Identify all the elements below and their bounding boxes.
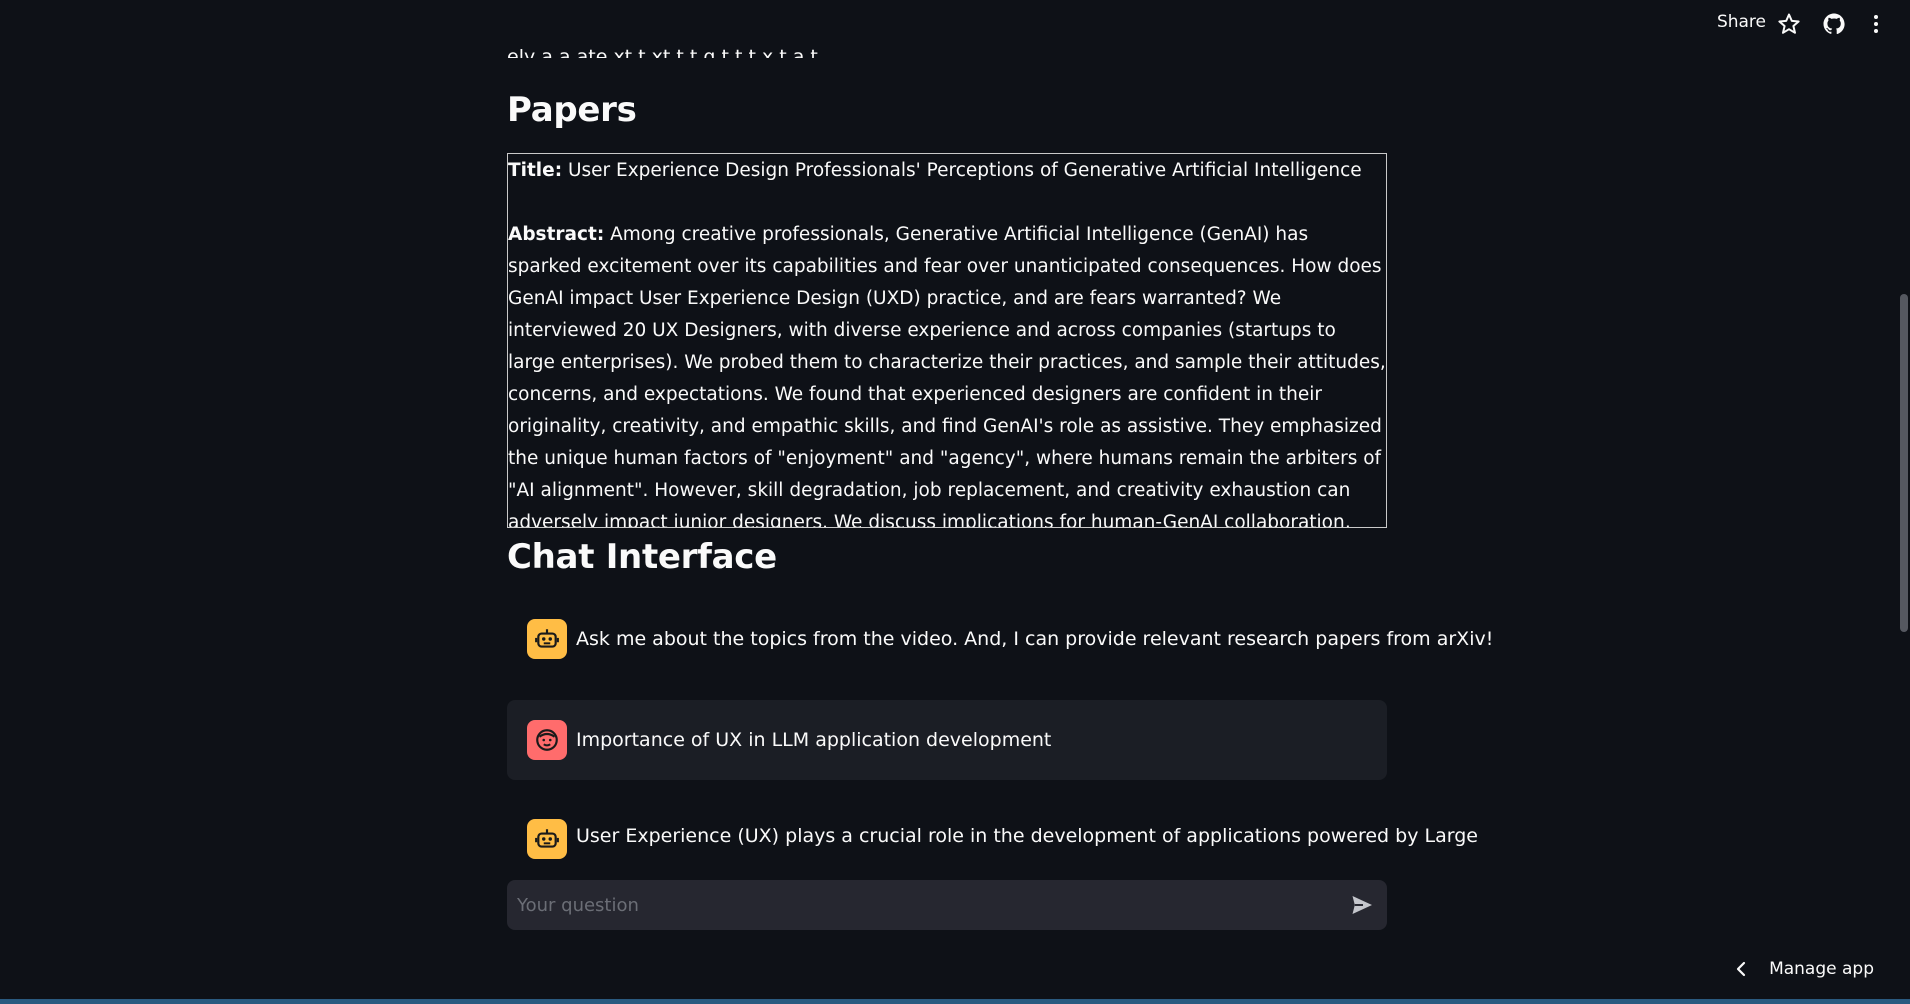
page-scrollbar[interactable] <box>1896 0 1910 1000</box>
chat-message-user: Importance of UX in LLM application deve… <box>507 700 1387 780</box>
paper-abstract: Among creative professionals, Generative… <box>508 224 1386 528</box>
paper-abstract-line: Abstract: Among creative professionals, … <box>508 219 1386 528</box>
paper-title-line: Title: User Experience Design Profession… <box>508 155 1386 187</box>
share-button[interactable]: Share <box>1717 12 1766 32</box>
app-page: Share ely a a ate xt t xt t t g t t t x … <box>0 0 1910 1004</box>
paper-title: User Experience Design Professionals' Pe… <box>567 160 1362 181</box>
more-vertical-icon[interactable] <box>1864 12 1888 36</box>
chat-message-text: Ask me about the topics from the video. … <box>576 628 1494 650</box>
chat-message-assistant: User Experience (UX) plays a crucial rol… <box>507 810 1478 870</box>
chat-heading: Chat Interface <box>507 537 777 577</box>
manage-app-button[interactable]: Manage app <box>1733 954 1874 984</box>
robot-icon <box>527 819 567 859</box>
send-icon[interactable] <box>1349 893 1375 917</box>
manage-app-label: Manage app <box>1769 959 1874 979</box>
chat-message-text: Importance of UX in LLM application deve… <box>576 729 1052 751</box>
chat-message-text: User Experience (UX) plays a crucial rol… <box>576 825 1478 847</box>
chat-input-bar <box>507 880 1387 930</box>
paper-scroll-box[interactable]: Title: User Experience Design Profession… <box>507 153 1387 528</box>
paper-abstract-label: Abstract: <box>508 224 605 245</box>
chevron-left-icon <box>1736 961 1746 977</box>
scrollbar-thumb[interactable] <box>1900 294 1908 632</box>
cut-off-text: ely a a ate xt t xt t t g t t t x t a t <box>507 46 818 58</box>
cut-off-text-line: ely a a ate xt t xt t t g t t t x t a t <box>507 30 1127 58</box>
paper-title-label: Title: <box>508 160 563 181</box>
star-icon[interactable] <box>1777 12 1801 36</box>
github-icon[interactable] <box>1822 12 1846 36</box>
bottom-accent-strip <box>0 999 1910 1004</box>
face-icon <box>527 720 567 760</box>
chat-message-assistant: Ask me about the topics from the video. … <box>507 610 1493 670</box>
chat-question-input[interactable] <box>507 880 1327 930</box>
robot-icon <box>527 619 567 659</box>
papers-heading: Papers <box>507 90 637 130</box>
